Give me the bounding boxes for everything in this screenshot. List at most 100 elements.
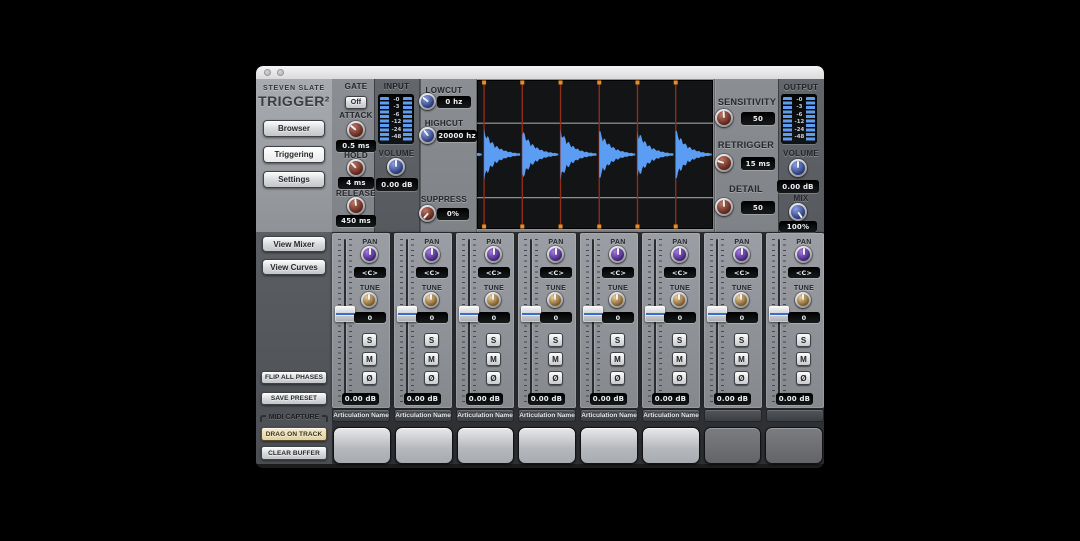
flip-all-phases-button[interactable]: FLIP ALL PHASES — [261, 371, 327, 384]
articulation-name-plate[interactable]: Articulation Name — [332, 409, 390, 422]
volume-fader-handle[interactable] — [521, 306, 541, 322]
drum-drag-pad[interactable] — [457, 427, 515, 464]
tune-value[interactable]: 0 — [602, 312, 634, 323]
browser-button[interactable]: Browser — [263, 120, 325, 137]
channel-level-value[interactable]: 0.00 dB — [528, 393, 565, 405]
mix-knob[interactable] — [789, 203, 807, 221]
mute-button[interactable]: M — [486, 352, 501, 366]
phase-invert-button[interactable]: Ø — [796, 371, 811, 385]
minimize-button[interactable] — [277, 69, 284, 76]
lowcut-value[interactable]: 0 hz — [437, 96, 471, 108]
drum-drag-pad[interactable] — [518, 427, 576, 464]
input-volume-value[interactable]: 0.00 dB — [376, 178, 418, 191]
phase-invert-button[interactable]: Ø — [734, 371, 749, 385]
tune-knob[interactable] — [423, 292, 439, 308]
drum-drag-pad[interactable] — [642, 427, 700, 464]
tune-knob[interactable] — [485, 292, 501, 308]
pan-knob[interactable] — [609, 246, 626, 263]
window-titlebar[interactable] — [256, 66, 824, 80]
channel-level-value[interactable]: 0.00 dB — [652, 393, 689, 405]
triggering-button[interactable]: Triggering — [263, 146, 325, 163]
detail-knob[interactable] — [715, 198, 733, 216]
phase-invert-button[interactable]: Ø — [672, 371, 687, 385]
channel-level-value[interactable]: 0.00 dB — [776, 393, 813, 405]
pan-knob[interactable] — [733, 246, 750, 263]
drum-drag-pad[interactable] — [333, 427, 391, 464]
mute-button[interactable]: M — [362, 352, 377, 366]
pan-knob[interactable] — [423, 246, 440, 263]
phase-invert-button[interactable]: Ø — [610, 371, 625, 385]
suppress-knob[interactable] — [419, 205, 436, 222]
tune-value[interactable]: 0 — [416, 312, 448, 323]
volume-fader-handle[interactable] — [335, 306, 355, 322]
mute-button[interactable]: M — [672, 352, 687, 366]
tune-knob[interactable] — [671, 292, 687, 308]
channel-level-value[interactable]: 0.00 dB — [342, 393, 379, 405]
waveform-display[interactable] — [477, 80, 713, 229]
solo-button[interactable]: S — [734, 333, 749, 347]
mute-button[interactable]: M — [796, 352, 811, 366]
sensitivity-knob[interactable] — [715, 109, 733, 127]
solo-button[interactable]: S — [486, 333, 501, 347]
drum-drag-pad[interactable] — [395, 427, 453, 464]
articulation-name-plate[interactable]: Articulation Name — [394, 409, 452, 422]
pan-value[interactable]: <C> — [354, 267, 386, 278]
highcut-value[interactable]: 20000 hz — [437, 130, 477, 142]
retrigger-value[interactable]: 15 ms — [741, 157, 775, 170]
phase-invert-button[interactable]: Ø — [486, 371, 501, 385]
settings-button[interactable]: Settings — [263, 171, 325, 188]
volume-fader-handle[interactable] — [707, 306, 727, 322]
channel-level-value[interactable]: 0.00 dB — [714, 393, 751, 405]
tune-knob[interactable] — [547, 292, 563, 308]
pan-knob[interactable] — [795, 246, 812, 263]
pan-knob[interactable] — [485, 246, 502, 263]
tune-value[interactable]: 0 — [354, 312, 386, 323]
articulation-name-plate[interactable] — [766, 409, 824, 422]
articulation-name-plate[interactable] — [704, 409, 762, 422]
view-curves-button[interactable]: View Curves — [262, 259, 326, 275]
tune-value[interactable]: 0 — [788, 312, 820, 323]
drag-on-track-button[interactable]: DRAG ON TRACK — [261, 427, 327, 441]
input-volume-knob[interactable] — [387, 158, 405, 176]
save-preset-button[interactable]: SAVE PRESET — [261, 392, 327, 405]
pan-knob[interactable] — [361, 246, 378, 263]
pan-value[interactable]: <C> — [602, 267, 634, 278]
retrigger-knob[interactable] — [715, 154, 733, 172]
solo-button[interactable]: S — [548, 333, 563, 347]
pan-value[interactable]: <C> — [478, 267, 510, 278]
mute-button[interactable]: M — [548, 352, 563, 366]
articulation-name-plate[interactable]: Articulation Name — [580, 409, 638, 422]
release-knob[interactable] — [347, 197, 365, 215]
lowcut-knob[interactable] — [419, 93, 436, 110]
solo-button[interactable]: S — [424, 333, 439, 347]
drum-drag-pad[interactable] — [704, 427, 762, 464]
tune-knob[interactable] — [795, 292, 811, 308]
pan-value[interactable]: <C> — [416, 267, 448, 278]
volume-fader-handle[interactable] — [397, 306, 417, 322]
channel-level-value[interactable]: 0.00 dB — [404, 393, 441, 405]
hold-knob[interactable] — [347, 159, 365, 177]
volume-fader-handle[interactable] — [769, 306, 789, 322]
mute-button[interactable]: M — [734, 352, 749, 366]
articulation-name-plate[interactable]: Articulation Name — [642, 409, 700, 422]
tune-value[interactable]: 0 — [726, 312, 758, 323]
tune-value[interactable]: 0 — [478, 312, 510, 323]
pan-value[interactable]: <C> — [788, 267, 820, 278]
solo-button[interactable]: S — [610, 333, 625, 347]
volume-fader-handle[interactable] — [645, 306, 665, 322]
channel-level-value[interactable]: 0.00 dB — [466, 393, 503, 405]
tune-value[interactable]: 0 — [540, 312, 572, 323]
close-button[interactable] — [264, 69, 271, 76]
clear-buffer-button[interactable]: CLEAR BUFFER — [261, 446, 327, 460]
tune-value[interactable]: 0 — [664, 312, 696, 323]
tune-knob[interactable] — [733, 292, 749, 308]
pan-knob[interactable] — [547, 246, 564, 263]
phase-invert-button[interactable]: Ø — [548, 371, 563, 385]
articulation-name-plate[interactable]: Articulation Name — [456, 409, 514, 422]
detail-value[interactable]: 50 — [741, 201, 775, 214]
channel-level-value[interactable]: 0.00 dB — [590, 393, 627, 405]
phase-invert-button[interactable]: Ø — [362, 371, 377, 385]
view-mixer-button[interactable]: View Mixer — [262, 236, 326, 252]
gate-off-button[interactable]: Off — [345, 96, 367, 109]
attack-knob[interactable] — [347, 121, 365, 139]
